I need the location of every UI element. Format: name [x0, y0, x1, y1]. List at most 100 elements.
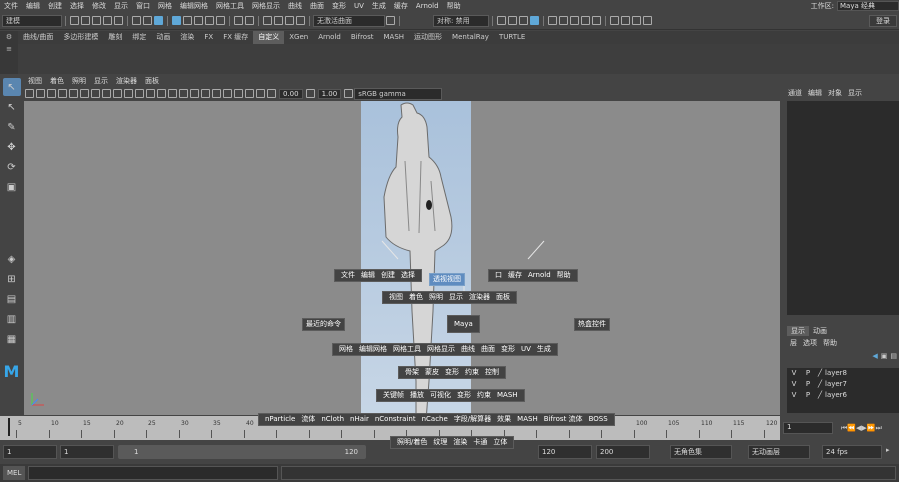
snap-point-icon[interactable] — [194, 16, 203, 25]
new-layer-icon[interactable]: ▣ — [881, 352, 888, 364]
shelf-tab-9[interactable]: XGen — [284, 31, 313, 44]
hotbox-row4-item-3[interactable]: 约束 — [465, 368, 479, 376]
symmetry-dropdown[interactable]: 对称: 禁用 — [433, 14, 489, 27]
lasso-tool-icon[interactable]: ↖ — [3, 98, 21, 116]
menu-item-8[interactable]: 编辑网格 — [180, 0, 208, 12]
menu-item-18[interactable]: 帮助 — [447, 0, 461, 12]
layer-name[interactable]: layer7 — [825, 379, 847, 390]
shelf-tab-11[interactable]: Bifrost — [346, 31, 379, 44]
hotbox-row6-item-1[interactable]: 流体 — [301, 415, 315, 423]
panel-menu-item-3[interactable]: 显示 — [94, 76, 108, 87]
color-space-dropdown[interactable]: sRGB gamma — [354, 87, 443, 100]
bookmark-icon[interactable] — [47, 89, 56, 98]
end-frame-field[interactable]: 200 — [596, 445, 650, 459]
hotbox-row3-item-7[interactable]: UV — [521, 345, 531, 353]
character-set-dropdown[interactable]: 无角色集 — [670, 445, 732, 459]
lights-icon[interactable] — [190, 89, 199, 98]
four-view-icon[interactable]: ⊞ — [3, 270, 21, 288]
channel-menu-item-2[interactable]: 对象 — [828, 86, 842, 100]
hotbox-row1r-item-1[interactable]: 缓存 — [508, 271, 522, 279]
snap-live-icon[interactable] — [216, 16, 225, 25]
toggle-shelf-icon[interactable] — [508, 16, 517, 25]
hotbox-row6-item-0[interactable]: nParticle — [265, 415, 295, 423]
hotbox-row3-item-4[interactable]: 曲线 — [461, 345, 475, 353]
shelf-tab-3[interactable]: 绑定 — [127, 31, 151, 44]
hotbox-row1r-item-3[interactable]: 帮助 — [557, 271, 571, 279]
hotbox-row6-item-2[interactable]: nCloth — [321, 415, 344, 423]
shelf-tab-8[interactable]: 自定义 — [253, 31, 285, 44]
range-bar[interactable]: 1 120 — [118, 445, 366, 459]
mel-toggle[interactable]: MEL — [3, 466, 26, 480]
ipr-render-icon[interactable] — [274, 16, 283, 25]
safe-title-icon[interactable] — [135, 89, 144, 98]
field-chart-icon[interactable] — [113, 89, 122, 98]
shelf-tab-13[interactable]: 运动图形 — [409, 31, 447, 44]
menu-item-0[interactable]: 文件 — [4, 0, 18, 12]
hotbox-row3-item-3[interactable]: 网格显示 — [427, 345, 455, 353]
aa-icon[interactable] — [234, 89, 243, 98]
layout-icon[interactable]: ▤ — [3, 290, 21, 308]
hotbox-row2-item-3[interactable]: 显示 — [449, 293, 463, 301]
resolution-gate-icon[interactable] — [91, 89, 100, 98]
outliner-layout-icon[interactable]: ▦ — [3, 330, 21, 348]
hotbox-row5-item-1[interactable]: 播放 — [410, 391, 424, 399]
grid-toggle-icon[interactable] — [69, 89, 78, 98]
login-button[interactable]: 登录 — [869, 14, 897, 27]
channel-menu-item-0[interactable]: 通道 — [788, 86, 802, 100]
motion-blur-icon[interactable] — [223, 89, 232, 98]
hotbox-row6-item-10[interactable]: BOSS — [589, 415, 608, 423]
render-icon[interactable] — [263, 16, 272, 25]
shelf-tab-7[interactable]: FX 缓存 — [218, 31, 253, 44]
menu-item-16[interactable]: 缓存 — [394, 0, 408, 12]
layout-side-icon[interactable] — [570, 16, 579, 25]
shelf-tab-15[interactable]: TURTLE — [494, 31, 530, 44]
layer-row[interactable]: V P ╱ layer7 — [787, 379, 899, 390]
menu-item-6[interactable]: 窗口 — [136, 0, 150, 12]
shelf-tabs-icon[interactable]: ≡ — [0, 43, 18, 55]
color-manage-icon[interactable] — [344, 89, 354, 98]
shelf-tab-6[interactable]: FX — [199, 31, 218, 44]
ao-icon[interactable] — [212, 89, 221, 98]
channel-menu-item-3[interactable]: 显示 — [848, 86, 862, 100]
hotbox-row1-item-0[interactable]: 文件 — [341, 271, 355, 279]
layout-alt-icon[interactable]: ▥ — [3, 310, 21, 328]
attribute-editor-icon[interactable] — [621, 16, 630, 25]
hotbox-row7-item-3[interactable]: 卡通 — [473, 438, 487, 446]
image-plane-icon[interactable] — [58, 89, 67, 98]
layer-playback[interactable]: P — [801, 368, 815, 379]
hotbox-row3-item-6[interactable]: 变形 — [501, 345, 515, 353]
new-layer-selected-icon[interactable]: ▤ — [890, 352, 897, 364]
channel-box-icon[interactable] — [632, 16, 641, 25]
playback-start-field[interactable]: 1 — [60, 445, 114, 459]
open-scene-icon[interactable] — [81, 16, 90, 25]
hotbox-row7-item-0[interactable]: 照明/着色 — [397, 438, 427, 446]
layer-menu-item-1[interactable]: 选项 — [803, 338, 817, 348]
menu-item-12[interactable]: 曲面 — [310, 0, 324, 12]
hotbox-row5-item-3[interactable]: 变形 — [457, 391, 471, 399]
gamma-field[interactable]: 1.00 — [317, 88, 342, 99]
scale-tool-icon[interactable]: ▣ — [3, 178, 21, 196]
shelf-tab-12[interactable]: MASH — [378, 31, 409, 44]
xray-icon[interactable] — [245, 89, 254, 98]
hotbox-row5-item-5[interactable]: MASH — [497, 391, 518, 399]
textured-icon[interactable] — [179, 89, 188, 98]
layer-visibility[interactable]: V — [787, 368, 801, 379]
layer-name[interactable]: layer8 — [825, 368, 847, 379]
workspace-dropdown[interactable]: Maya 经典 — [837, 1, 899, 11]
hotbox-row6-item-9[interactable]: Bifrost 流体 — [544, 415, 583, 423]
workspace-selector[interactable]: 工作区: Maya 经典 — [811, 0, 899, 12]
hotbox-row2-item-0[interactable]: 视图 — [389, 293, 403, 301]
hotbox-recent-commands[interactable]: 最近的命令 — [302, 318, 345, 331]
anim-prefs-icon[interactable]: ▸ — [886, 446, 890, 454]
render-settings-icon[interactable] — [285, 16, 294, 25]
current-frame-field[interactable]: 1 — [783, 422, 833, 434]
gate-mask-icon[interactable] — [102, 89, 111, 98]
shelf-menu-icon[interactable]: ⚙ — [0, 31, 18, 43]
menu-item-14[interactable]: UV — [354, 0, 364, 12]
layer-menu-item-2[interactable]: 帮助 — [823, 338, 837, 348]
exposure-icon[interactable] — [267, 89, 276, 98]
toggle-status-icon[interactable] — [497, 16, 506, 25]
snap-grid-icon[interactable] — [172, 16, 181, 25]
move-tool-icon[interactable]: ✥ — [3, 138, 21, 156]
hotbox-row6-item-4[interactable]: nConstraint — [375, 415, 416, 423]
